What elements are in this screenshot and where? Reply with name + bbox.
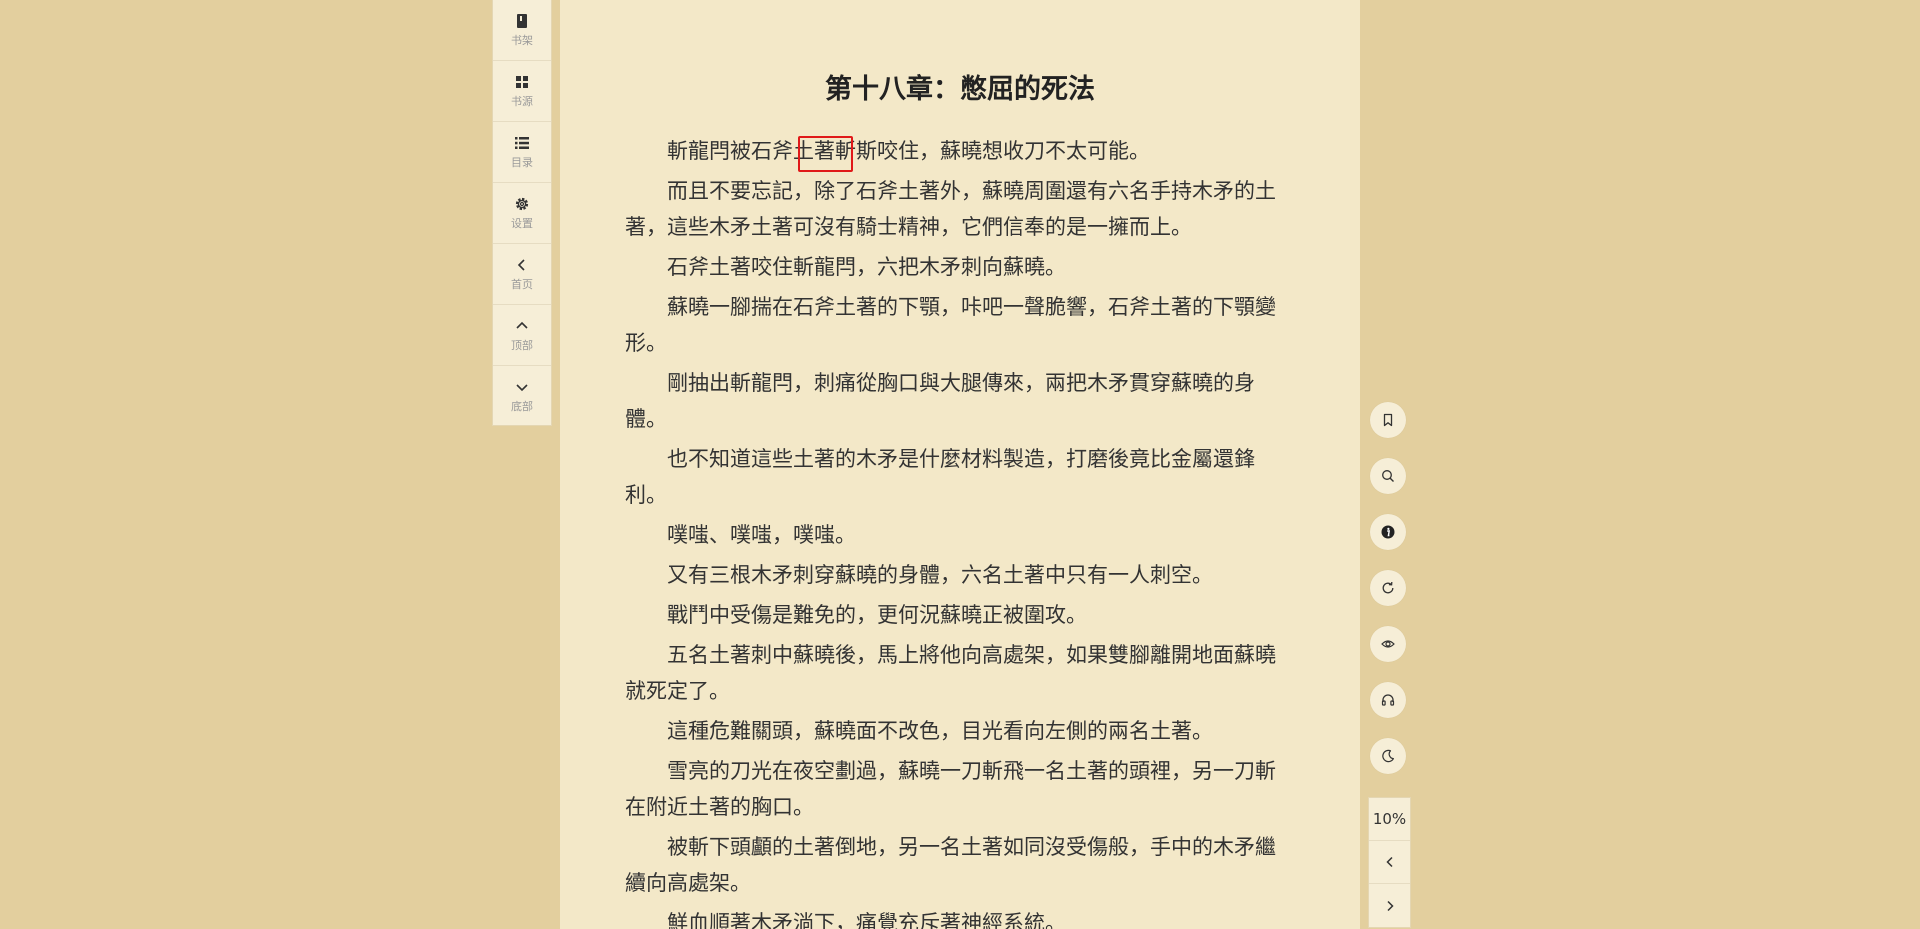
progress-panel: 10% — [1368, 797, 1411, 928]
chapter-title: 第十八章：憋屈的死法 — [825, 74, 1095, 105]
paragraph: 鮮血順著木矛淌下，痛覺充斥著神經系統。 — [667, 911, 1066, 929]
right-toolbar — [1370, 402, 1408, 794]
bookmark-button[interactable] — [1370, 402, 1406, 438]
paragraph: 戰鬥中受傷是難免的，更何況蘇曉正被圍攻。 — [667, 603, 1087, 627]
paragraph: 石斧土著咬住斬龍閂，六把木矛刺向蘇曉。 — [667, 255, 1066, 279]
paragraph: 斬龍閂被石斧土著斬斯咬住，蘇曉想收刀不太可能。 — [667, 139, 1150, 163]
gear-icon — [514, 196, 530, 212]
paragraph: 又有三根木矛刺穿蘇曉的身體，六名土著中只有一人刺空。 — [667, 563, 1213, 587]
paragraph: 也不知道這些土著的木矛是什麼材料製造，打磨後竟比金屬還鋒利。 — [625, 447, 1255, 507]
night-mode-button[interactable] — [1370, 738, 1406, 774]
toolbar-item-top[interactable]: 顶部 — [493, 305, 551, 366]
paragraph: 而且不要忘記，除了石斧土著外，蘇曉周圍還有六名手持木矛的土著，這些木矛土著可沒有… — [625, 179, 1276, 239]
paragraph: 雪亮的刀光在夜空劃過，蘇曉一刀斬飛一名土著的頭裡，另一刀斬在附近土著的胸口。 — [625, 759, 1276, 819]
paragraph: 剛抽出斬龍閂，刺痛從胸口與大腿傳來，兩把木矛貫穿蘇曉的身體。 — [625, 371, 1255, 431]
info-button[interactable] — [1370, 514, 1406, 550]
toolbar-item-bottom[interactable]: 底部 — [493, 366, 551, 425]
toolbar-item-source[interactable]: 书源 — [493, 61, 551, 122]
toolbar-label: 设置 — [511, 217, 533, 230]
bookmark-icon — [1383, 413, 1393, 427]
chevron-up-icon — [514, 318, 530, 334]
left-toolbar: 书架 书源 目录 设置 首页 顶部 底部 — [492, 0, 552, 426]
moon-icon — [1382, 749, 1394, 763]
listen-button[interactable] — [1370, 682, 1406, 718]
toolbar-label: 书架 — [511, 34, 533, 47]
toolbar-item-settings[interactable]: 设置 — [493, 183, 551, 244]
chevron-left-icon — [1385, 856, 1393, 868]
toolbar-item-bookshelf[interactable]: 书架 — [493, 0, 551, 61]
eye-icon — [1381, 640, 1395, 648]
chevron-down-icon — [514, 379, 530, 395]
refresh-button[interactable] — [1370, 570, 1406, 606]
chevron-right-icon — [1386, 900, 1394, 911]
paragraph: 蘇曉一腳揣在石斧土著的下顎，咔吧一聲脆響，石斧土著的下顎變形。 — [625, 295, 1276, 355]
paragraph: 被斬下頭顱的土著倒地，另一名土著如同沒受傷般，手中的木矛繼續向高處架。 — [625, 835, 1276, 895]
toolbar-item-catalog[interactable]: 目录 — [493, 122, 551, 183]
headphones-icon — [1381, 694, 1395, 706]
search-icon — [1382, 470, 1394, 482]
eye-button[interactable] — [1370, 626, 1406, 662]
paragraph: 這種危難關頭，蘇曉面不改色，目光看向左側的兩名土著。 — [667, 719, 1213, 743]
progress-percent: 10% — [1372, 810, 1407, 828]
refresh-icon — [1382, 581, 1394, 594]
prev-chapter-button[interactable] — [1369, 841, 1410, 884]
bookshelf-icon — [514, 13, 530, 29]
toolbar-label: 书源 — [511, 95, 533, 108]
toolbar-label: 目录 — [511, 156, 533, 169]
chapter-content: 斬龍閂被石斧土著斬斯咬住，蘇曉想收刀不太可能。 而且不要忘記，除了石斧土著外，蘇… — [625, 133, 1291, 929]
next-chapter-button[interactable] — [1369, 884, 1410, 927]
search-button[interactable] — [1370, 458, 1406, 494]
toolbar-label: 首页 — [511, 278, 533, 291]
paragraph: 五名土著刺中蘇曉後，馬上將他向高處架，如果雙腳離開地面蘇曉就死定了。 — [625, 643, 1276, 703]
reading-page: 第十八章：憋屈的死法 斬龍閂被石斧土著斬斯咬住，蘇曉想收刀不太可能。 而且不要忘… — [560, 0, 1360, 929]
paragraph: 噗嗤、噗嗤，噗嗤。 — [667, 523, 856, 547]
chevron-left-icon — [514, 257, 530, 273]
grid-icon — [514, 74, 530, 90]
info-icon — [1381, 525, 1395, 539]
list-icon — [514, 135, 530, 151]
toolbar-item-home[interactable]: 首页 — [493, 244, 551, 305]
toolbar-label: 底部 — [511, 399, 533, 413]
toolbar-label: 顶部 — [511, 339, 533, 352]
progress-indicator: 10% — [1369, 798, 1410, 841]
